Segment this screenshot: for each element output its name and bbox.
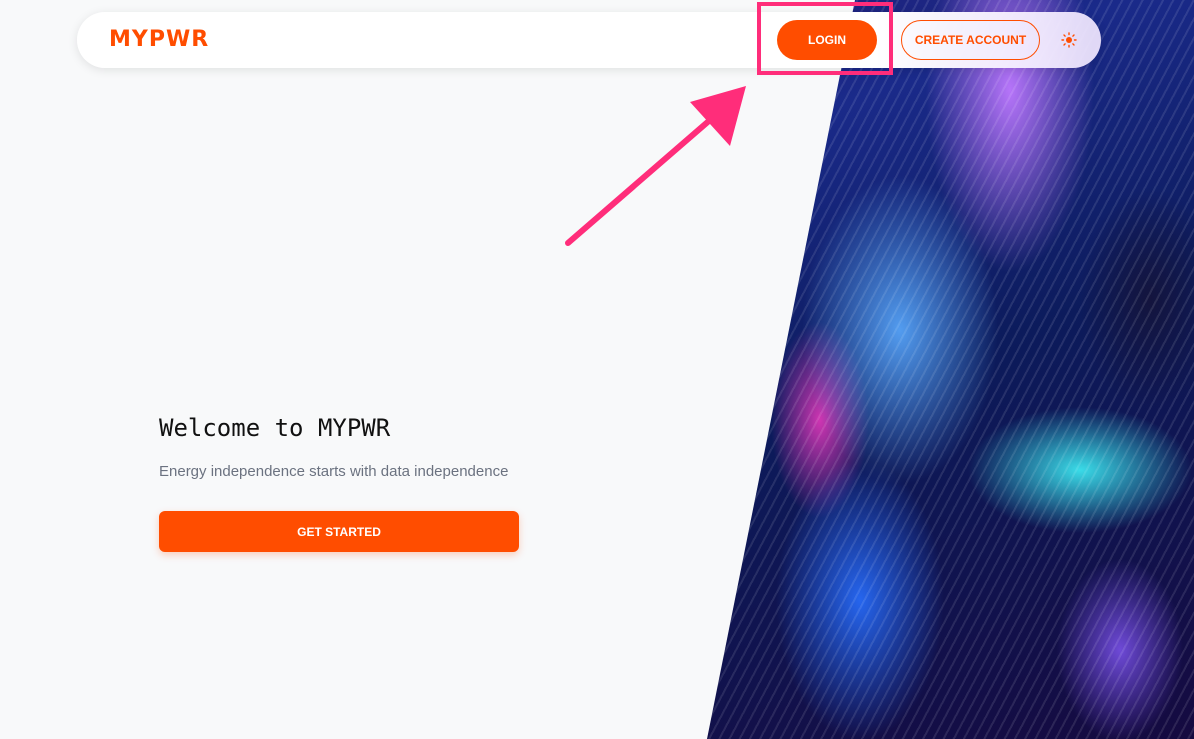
top-navbar: MYPWR LOGIN CREATE ACCOUNT xyxy=(77,12,1101,68)
sun-icon[interactable] xyxy=(1057,28,1081,52)
create-account-button[interactable]: CREATE ACCOUNT xyxy=(901,20,1040,60)
annotation-highlight-box xyxy=(757,2,893,75)
hero-subtitle: Energy independence starts with data ind… xyxy=(159,463,509,480)
page-title: Welcome to MYPWR xyxy=(159,414,391,442)
logo[interactable]: MYPWR xyxy=(109,26,209,54)
page: MYPWR LOGIN CREATE ACCOUNT Welcome to MY… xyxy=(0,0,1194,739)
arrow-icon xyxy=(565,86,746,246)
get-started-button[interactable]: GET STARTED xyxy=(159,511,519,552)
